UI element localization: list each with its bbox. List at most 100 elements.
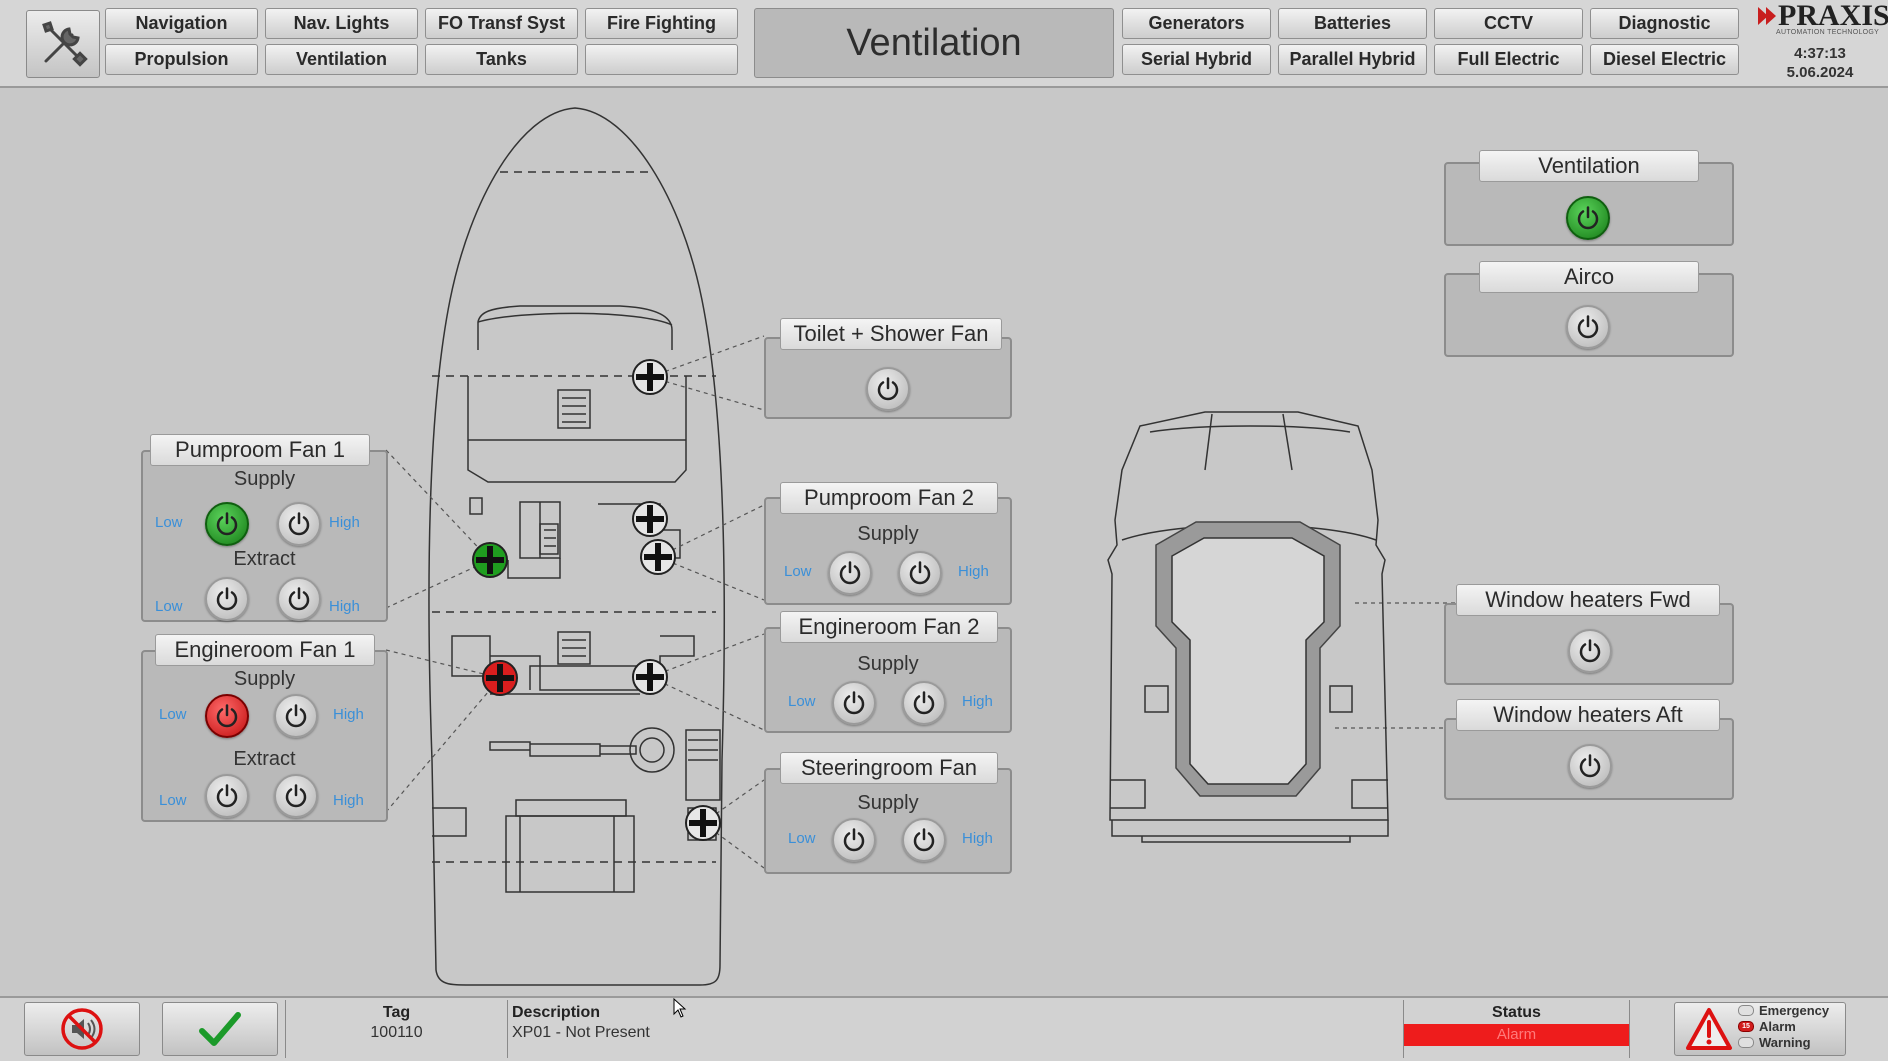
power-icon bbox=[1579, 639, 1601, 663]
engineroom-fan-1-title: Engineroom Fan 1 bbox=[155, 634, 375, 666]
mouse-cursor bbox=[673, 998, 687, 1018]
legend-alarm: 15 Alarm bbox=[1738, 1019, 1796, 1034]
power-icon bbox=[839, 561, 861, 585]
nav-batteries-button[interactable]: Batteries bbox=[1278, 8, 1427, 39]
power-icon bbox=[288, 512, 310, 536]
power-icon bbox=[216, 512, 238, 536]
toilet-shower-fan-title: Toilet + Shower Fan bbox=[780, 318, 1002, 350]
nav-diesel-electric-button[interactable]: Diesel Electric bbox=[1590, 44, 1739, 75]
nav-tanks-button[interactable]: Tanks bbox=[425, 44, 578, 75]
power-icon bbox=[216, 587, 238, 611]
pumproom-fan-1-extract-high-button[interactable] bbox=[277, 577, 321, 621]
power-icon bbox=[909, 561, 931, 585]
low-label: Low bbox=[155, 514, 183, 531]
tools-icon bbox=[42, 21, 88, 67]
nav-propulsion-button[interactable]: Propulsion bbox=[105, 44, 258, 75]
legend-warning: Warning bbox=[1738, 1035, 1811, 1050]
low-label: Low bbox=[159, 706, 187, 723]
legend-warning-label: Warning bbox=[1759, 1035, 1811, 1050]
nav-ventilation-button[interactable]: Ventilation bbox=[265, 44, 418, 75]
warning-led bbox=[1738, 1037, 1754, 1048]
nav-parallel-hybrid-button[interactable]: Parallel Hybrid bbox=[1278, 44, 1427, 75]
tag-value: 100110 bbox=[370, 1024, 423, 1041]
mute-button[interactable] bbox=[24, 1002, 140, 1056]
engineroom-fan-2-supply-low-button[interactable] bbox=[832, 681, 876, 725]
engineroom-fan-1-supply-low-button[interactable] bbox=[205, 694, 249, 738]
high-label: High bbox=[333, 706, 364, 723]
legend-emergency-label: Emergency bbox=[1759, 1003, 1830, 1018]
tools-button[interactable] bbox=[26, 10, 100, 78]
power-icon bbox=[1577, 206, 1599, 230]
low-label: Low bbox=[784, 563, 812, 580]
steeringroom-fan-supply-low-button[interactable] bbox=[832, 818, 876, 862]
high-label: High bbox=[962, 693, 993, 710]
tag-cell: Tag 100110 bbox=[285, 1000, 508, 1058]
nav-generators-button[interactable]: Generators bbox=[1122, 8, 1271, 39]
pumproom-fan-1-supply-high-button[interactable] bbox=[277, 502, 321, 546]
nav-fire-fighting-button[interactable]: Fire Fighting bbox=[585, 8, 738, 39]
window-heaters-fwd-button[interactable] bbox=[1568, 629, 1612, 673]
praxis-logo: PRAXIS AUTOMATION TECHNOLOGY bbox=[1758, 1, 1888, 36]
supply-label: Supply bbox=[857, 523, 919, 545]
description-header: Description bbox=[512, 1004, 601, 1021]
logo-subtext: AUTOMATION TECHNOLOGY bbox=[1776, 29, 1880, 36]
ventilation-main-button[interactable] bbox=[1566, 196, 1610, 240]
power-icon bbox=[285, 704, 307, 728]
pumproom-fan-1-extract-low-button[interactable] bbox=[205, 577, 249, 621]
nav-navigation-button[interactable]: Navigation bbox=[105, 8, 258, 39]
pumproom-fan-1-supply-low-button[interactable] bbox=[205, 502, 249, 546]
nav-cctv-button[interactable]: CCTV bbox=[1434, 8, 1583, 39]
steeringroom-fan-supply-high-button[interactable] bbox=[902, 818, 946, 862]
high-label: High bbox=[962, 830, 993, 847]
status-cell: Status Alarm bbox=[1404, 1000, 1630, 1058]
nav-serial-hybrid-button[interactable]: Serial Hybrid bbox=[1122, 44, 1271, 75]
status-header: Status bbox=[1492, 1004, 1541, 1021]
steeringroom-fan-title: Steeringroom Fan bbox=[780, 752, 998, 784]
power-icon bbox=[288, 587, 310, 611]
power-icon bbox=[1579, 754, 1601, 778]
power-icon bbox=[877, 377, 899, 401]
engineroom-fan-1-extract-low-button[interactable] bbox=[205, 774, 249, 818]
engineroom-fan-2-supply-high-button[interactable] bbox=[902, 681, 946, 725]
low-label: Low bbox=[155, 598, 183, 615]
airco-button[interactable] bbox=[1566, 305, 1610, 349]
top-navigation-bar: Navigation Nav. Lights FO Transf Syst Fi… bbox=[0, 0, 1888, 88]
power-icon bbox=[1577, 315, 1599, 339]
supply-label: Supply bbox=[233, 668, 296, 690]
power-icon bbox=[913, 828, 935, 852]
acknowledge-button[interactable] bbox=[162, 1002, 278, 1056]
low-label: Low bbox=[788, 830, 816, 847]
legend-alarm-label: Alarm bbox=[1759, 1019, 1796, 1034]
praxis-logo-mark bbox=[1758, 7, 1776, 25]
pumproom-fan-1-panel: Supply Low High Extract Low High bbox=[141, 450, 388, 622]
power-icon bbox=[216, 704, 238, 728]
high-label: High bbox=[329, 514, 360, 531]
engineroom-fan-1-supply-high-button[interactable] bbox=[274, 694, 318, 738]
description-cell: Description XP01 - Not Present bbox=[508, 1000, 1404, 1058]
clock-date: 5.06.2024 bbox=[1786, 64, 1854, 81]
toilet-shower-fan-button[interactable] bbox=[866, 367, 910, 411]
clock: 4:37:13 5.06.2024 bbox=[1776, 44, 1864, 82]
pumproom-fan-2-supply-high-button[interactable] bbox=[898, 551, 942, 595]
nav-full-electric-button[interactable]: Full Electric bbox=[1434, 44, 1583, 75]
low-label: Low bbox=[159, 792, 187, 809]
pumproom-fan-2-supply-low-button[interactable] bbox=[828, 551, 872, 595]
legend-emergency: Emergency bbox=[1738, 1003, 1829, 1018]
engineroom-fan-1-panel: Supply Low High Extract Low High bbox=[141, 650, 388, 822]
alarm-status-bar: Tag 100110 Description XP01 - Not Presen… bbox=[0, 996, 1888, 1061]
description-value: XP01 - Not Present bbox=[512, 1024, 650, 1041]
high-label: High bbox=[329, 598, 360, 615]
engineroom-fan-1-extract-high-button[interactable] bbox=[274, 774, 318, 818]
hull-front-view bbox=[1107, 411, 1389, 843]
page-title: Ventilation bbox=[754, 8, 1114, 78]
extract-label: Extract bbox=[233, 548, 296, 570]
supply-label: Supply bbox=[233, 468, 296, 490]
high-label: High bbox=[958, 563, 989, 580]
window-heaters-aft-title: Window heaters Aft bbox=[1456, 699, 1720, 731]
window-heaters-aft-button[interactable] bbox=[1568, 744, 1612, 788]
window-heaters-fwd-title: Window heaters Fwd bbox=[1456, 584, 1720, 616]
nav-empty-button[interactable] bbox=[585, 44, 738, 75]
nav-fo-transf-syst-button[interactable]: FO Transf Syst bbox=[425, 8, 578, 39]
nav-diagnostic-button[interactable]: Diagnostic bbox=[1590, 8, 1739, 39]
nav-nav-lights-button[interactable]: Nav. Lights bbox=[265, 8, 418, 39]
